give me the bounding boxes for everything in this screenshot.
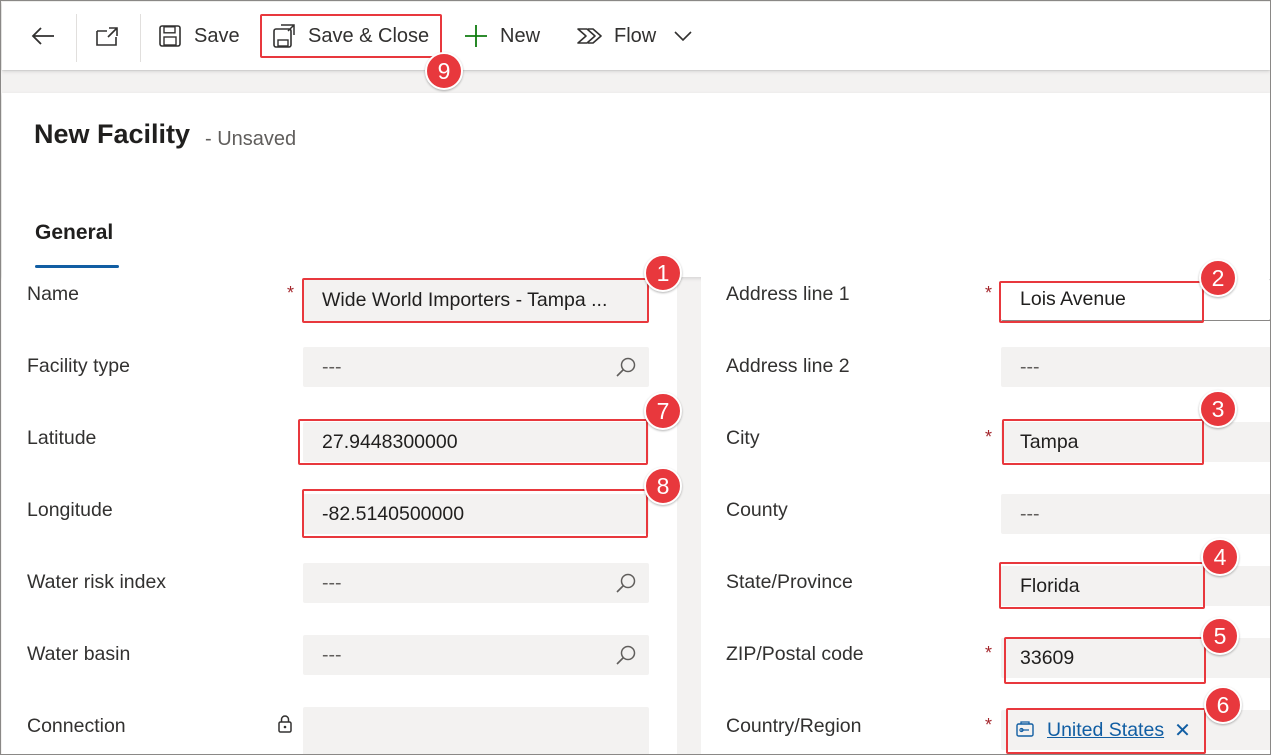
entity-record-icon [1016,721,1034,737]
save-and-close-icon [273,24,295,48]
facility-type-value: --- [322,355,342,378]
search-icon[interactable] [615,644,637,666]
latitude-label: Latitude [27,427,97,449]
command-bar: Save Save & Close New Flow [2,2,1270,70]
county-label: County [726,499,788,521]
zip-postal-code-label: ZIP/Postal code [726,643,864,665]
flow-icon [577,28,602,44]
address-line-1-label: Address line 1 [726,283,850,305]
longitude-field[interactable]: -82.5140500000 [303,494,649,534]
annotation-badge-8: 8 [644,467,682,505]
address-line-2-field[interactable]: --- [1001,347,1270,387]
country-region-label: Country/Region [726,715,862,737]
new-button[interactable]: New [464,2,540,70]
new-label: New [500,24,541,47]
save-floppy-icon [159,25,181,47]
annotation-badge-9: 9 [425,52,463,90]
form-section-left: Name * Wide World Importers - Tampa ... … [2,277,677,754]
save-and-close-label: Save & Close [308,24,430,47]
back-button[interactable] [30,2,56,70]
save-label: Save [194,24,240,47]
annotation-badge-7: 7 [644,392,682,430]
open-in-new-window-icon [96,27,118,46]
lock-icon [278,715,292,733]
flow-button[interactable]: Flow [576,2,656,70]
save-and-close-button[interactable]: Save & Close [272,2,429,70]
water-risk-index-lookup[interactable]: --- [303,563,649,603]
city-field[interactable]: Tampa [1001,422,1270,462]
country-region-link[interactable]: United States [1047,719,1164,742]
water-basin-label: Water basin [27,643,131,665]
annotation-badge-4: 4 [1201,538,1239,576]
flow-label: Flow [614,24,657,47]
save-status: - Unsaved [205,128,297,150]
tab-general[interactable]: General [35,221,113,245]
required-indicator: * [985,643,993,663]
search-icon[interactable] [615,356,637,378]
connection-field [303,707,649,754]
app-window: Save Save & Close New Flow New Facility … [0,0,1271,755]
latitude-field[interactable]: 27.9448300000 [303,422,649,462]
facility-type-lookup[interactable]: --- [303,347,649,387]
plus-icon [465,25,487,47]
water-risk-index-value: --- [322,571,342,594]
open-new-window-button[interactable] [94,2,120,70]
name-label: Name [27,283,80,305]
required-indicator: * [287,283,295,303]
divider [76,14,77,62]
annotation-badge-5: 5 [1201,617,1239,655]
water-risk-index-label: Water risk index [27,571,167,593]
page-title: New Facility [34,119,191,149]
annotation-badge-1: 1 [644,254,682,292]
annotation-badge-3: 3 [1199,390,1237,428]
required-indicator: * [985,427,993,447]
divider [140,14,141,62]
search-icon[interactable] [615,572,637,594]
flow-dropdown-button[interactable] [673,2,693,70]
form-section-right: Address line 1 * Lois Avenue Address lin… [701,277,1270,754]
back-arrow-icon [31,27,54,45]
city-label: City [726,427,760,449]
chevron-down-icon [674,31,692,42]
water-basin-lookup[interactable]: --- [303,635,649,675]
water-basin-value: --- [322,643,342,666]
longitude-label: Longitude [27,499,113,521]
connection-label: Connection [27,715,126,737]
required-indicator: * [985,715,993,735]
facility-type-label: Facility type [27,355,130,377]
state-province-label: State/Province [726,571,853,593]
address-line-2-label: Address line 2 [726,355,850,377]
required-indicator: * [985,283,993,303]
active-tab-indicator [35,265,119,268]
clear-selection-icon[interactable]: ✕ [1174,718,1191,743]
save-button[interactable]: Save [158,2,240,70]
name-field[interactable]: Wide World Importers - Tampa ... [303,279,649,321]
form-header: New Facility - Unsaved General [2,93,1270,277]
annotation-badge-2: 2 [1199,259,1237,297]
county-field[interactable]: --- [1001,494,1270,534]
annotation-badge-6: 6 [1204,686,1242,724]
